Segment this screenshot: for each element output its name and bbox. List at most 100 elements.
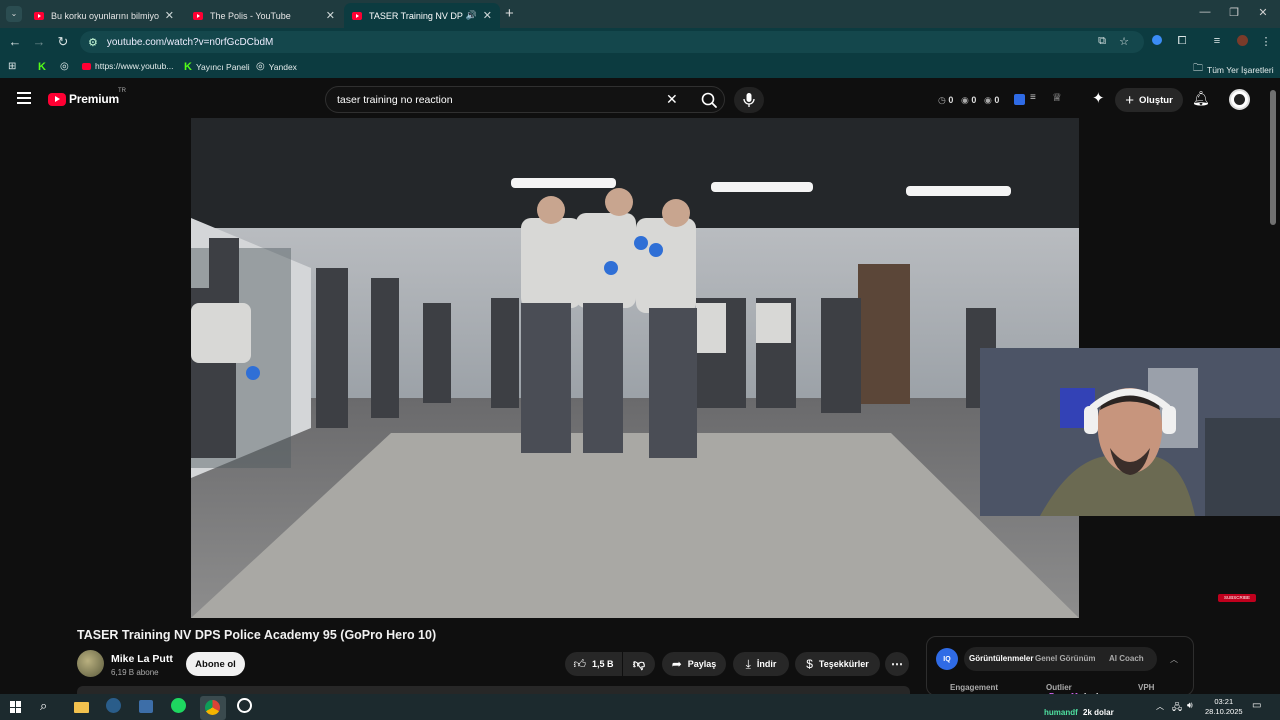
- page-scrollbar[interactable]: [1270, 90, 1276, 225]
- stat-value: 0: [971, 95, 977, 105]
- forward-icon[interactable]: →: [31, 34, 47, 49]
- tab-title: TASER Training NV DPS Poli: [369, 10, 463, 21]
- bookmark-label: Yandex: [268, 61, 297, 72]
- chrome-menu-icon[interactable]: ⋮: [1258, 35, 1274, 48]
- close-window-icon[interactable]: ✕: [1253, 6, 1273, 19]
- trophy-icon[interactable]: ♕: [1052, 91, 1062, 104]
- spotify-icon[interactable]: [171, 698, 189, 716]
- apps-grid-icon[interactable]: ⊞: [8, 61, 16, 72]
- webcam-frame: [980, 348, 1280, 516]
- globe-bookmark-icon[interactable]: ◎: [60, 61, 73, 72]
- youtube-favicon-icon: [34, 11, 44, 20]
- profile-avatar-icon[interactable]: [1234, 35, 1250, 49]
- file-explorer-icon[interactable]: [74, 698, 92, 716]
- video-player[interactable]: [191, 118, 1079, 618]
- bookmark-star-icon[interactable]: ☆: [1116, 35, 1132, 48]
- clock-date: 28.10.2025: [1205, 707, 1243, 716]
- voice-search-button[interactable]: [734, 87, 764, 113]
- youtube-logo-icon: [48, 92, 66, 106]
- subscribe-watermark[interactable]: SUBSCRIBE: [1218, 594, 1256, 602]
- kick-bookmark-icon[interactable]: K: [38, 61, 46, 73]
- download-button[interactable]: ⤓ İndir: [733, 652, 789, 676]
- vidiq-extension-icon[interactable]: [1014, 94, 1025, 105]
- like-button[interactable]: 👍︎ 1,5 B: [565, 652, 622, 676]
- browser-tab-active[interactable]: TASER Training NV DPS Poli 🔊 ✕: [344, 3, 500, 28]
- youtube-premium-logo[interactable]: Premium TR: [48, 88, 126, 106]
- close-tab-icon[interactable]: ✕: [165, 9, 174, 22]
- windows-start-icon[interactable]: [10, 701, 22, 713]
- cast-icon[interactable]: ⧉: [1094, 35, 1110, 48]
- close-tab-icon[interactable]: ✕: [483, 9, 492, 22]
- share-button[interactable]: ➦ Paylaş: [662, 652, 726, 676]
- menu-hamburger-icon[interactable]: [17, 92, 31, 104]
- create-button[interactable]: + Oluştur: [1115, 88, 1183, 112]
- tab-ai-coach[interactable]: AI Coach: [1109, 654, 1144, 663]
- app-icon[interactable]: [237, 698, 255, 716]
- chrome-icon[interactable]: [200, 696, 226, 720]
- search-button[interactable]: [694, 91, 724, 109]
- share-icon: ➦: [671, 657, 682, 671]
- folder-icon: 🗀: [1193, 63, 1203, 74]
- dislike-button[interactable]: 👎︎: [623, 652, 655, 676]
- steam-icon[interactable]: [106, 698, 124, 716]
- youtube-icon: [82, 62, 91, 70]
- media-control-icon[interactable]: ≡: [1209, 35, 1225, 47]
- site-info-icon[interactable]: ⚙: [88, 36, 98, 49]
- plus-icon: +: [1125, 91, 1134, 109]
- back-icon[interactable]: ←: [7, 34, 23, 49]
- thanks-button[interactable]: $ Teşekkürler: [795, 652, 880, 676]
- collapse-chevron-icon[interactable]: ︿: [1170, 654, 1178, 665]
- audio-playing-icon[interactable]: 🔊: [466, 10, 477, 21]
- tab-search-button[interactable]: ⌄: [6, 6, 22, 22]
- browser-tab[interactable]: The Polis - YouTube ✕: [185, 3, 343, 28]
- extension-icon[interactable]: [1149, 35, 1165, 48]
- volume-icon[interactable]: 🔊︎: [1187, 700, 1193, 711]
- account-avatar[interactable]: [1229, 89, 1250, 110]
- extensions-puzzle-icon[interactable]: ⧠: [1174, 35, 1190, 48]
- column-outlier: Outlier: [1046, 683, 1072, 692]
- restore-icon[interactable]: ❐: [1224, 6, 1244, 19]
- share-label: Paylaş: [687, 659, 717, 669]
- views-icon: ◉: [961, 95, 969, 105]
- bookmark-youtube[interactable]: https://www.youtub...: [82, 61, 173, 71]
- more-actions-button[interactable]: ⋯: [885, 652, 909, 676]
- clear-search-icon[interactable]: ✕: [666, 91, 678, 108]
- more-dots-icon: ⋯: [891, 657, 903, 671]
- logo-text: Premium: [69, 92, 119, 106]
- notification-center-icon[interactable]: ▭: [1252, 700, 1261, 711]
- taskbar-search-icon[interactable]: ⌕: [40, 698, 47, 714]
- tab-goruntulenmeler[interactable]: Görüntülenmeler: [969, 654, 1033, 663]
- channel-avatar[interactable]: [77, 650, 104, 677]
- tab-genel-gorunum[interactable]: Genel Görünüm: [1035, 654, 1095, 663]
- thumbs-down-icon: 👎︎: [632, 656, 646, 671]
- network-icon[interactable]: 🖧: [1172, 700, 1182, 716]
- bookmark-yayinci-paneli[interactable]: K Yayıncı Paneli: [184, 61, 250, 73]
- bookmark-label: https://www.youtub...: [95, 61, 174, 71]
- new-tab-button[interactable]: +: [505, 5, 514, 22]
- channel-name[interactable]: Mike La Putt: [111, 653, 173, 665]
- reload-icon[interactable]: ↻: [55, 34, 71, 50]
- chat-message: humandf 2k dolar: [1044, 708, 1114, 717]
- search-icon: [701, 92, 717, 108]
- browser-tab[interactable]: Bu korku oyunlarını bilmiyorsan ✕: [26, 3, 182, 28]
- tray-chevron-icon[interactable]: ︿: [1156, 701, 1164, 712]
- stat-eye: ◉ 0: [961, 95, 976, 106]
- address-bar[interactable]: ⚙ youtube.com/watch?v=n0rfGcDCbdM: [80, 31, 1144, 53]
- close-tab-icon[interactable]: ✕: [326, 9, 335, 22]
- list-extension-icon[interactable]: ≡: [1030, 92, 1036, 103]
- microphone-icon: [743, 93, 755, 107]
- search-input[interactable]: taser training no reaction: [337, 94, 453, 106]
- minimize-icon[interactable]: —: [1195, 6, 1215, 18]
- store-icon[interactable]: [139, 698, 157, 716]
- bookmark-yandex[interactable]: ◎ Yandex: [256, 61, 297, 72]
- premium-gem-icon[interactable]: ✦: [1092, 89, 1105, 107]
- stat-clock: ◷ 0: [938, 95, 953, 106]
- search-box[interactable]: taser training no reaction ✕: [325, 86, 725, 113]
- all-bookmarks-folder[interactable]: 🗀 Tüm Yer İşaretleri: [1193, 61, 1274, 78]
- chat-user: humandf: [1044, 708, 1078, 717]
- notifications-bell-icon[interactable]: 🔔︎: [1192, 90, 1210, 107]
- subscribe-button[interactable]: Abone ol: [186, 652, 245, 676]
- clock[interactable]: 03:21 28.10.2025: [1205, 697, 1243, 717]
- youtube-favicon-icon: [352, 11, 362, 20]
- vidiq-logo-icon: IQ: [936, 648, 958, 670]
